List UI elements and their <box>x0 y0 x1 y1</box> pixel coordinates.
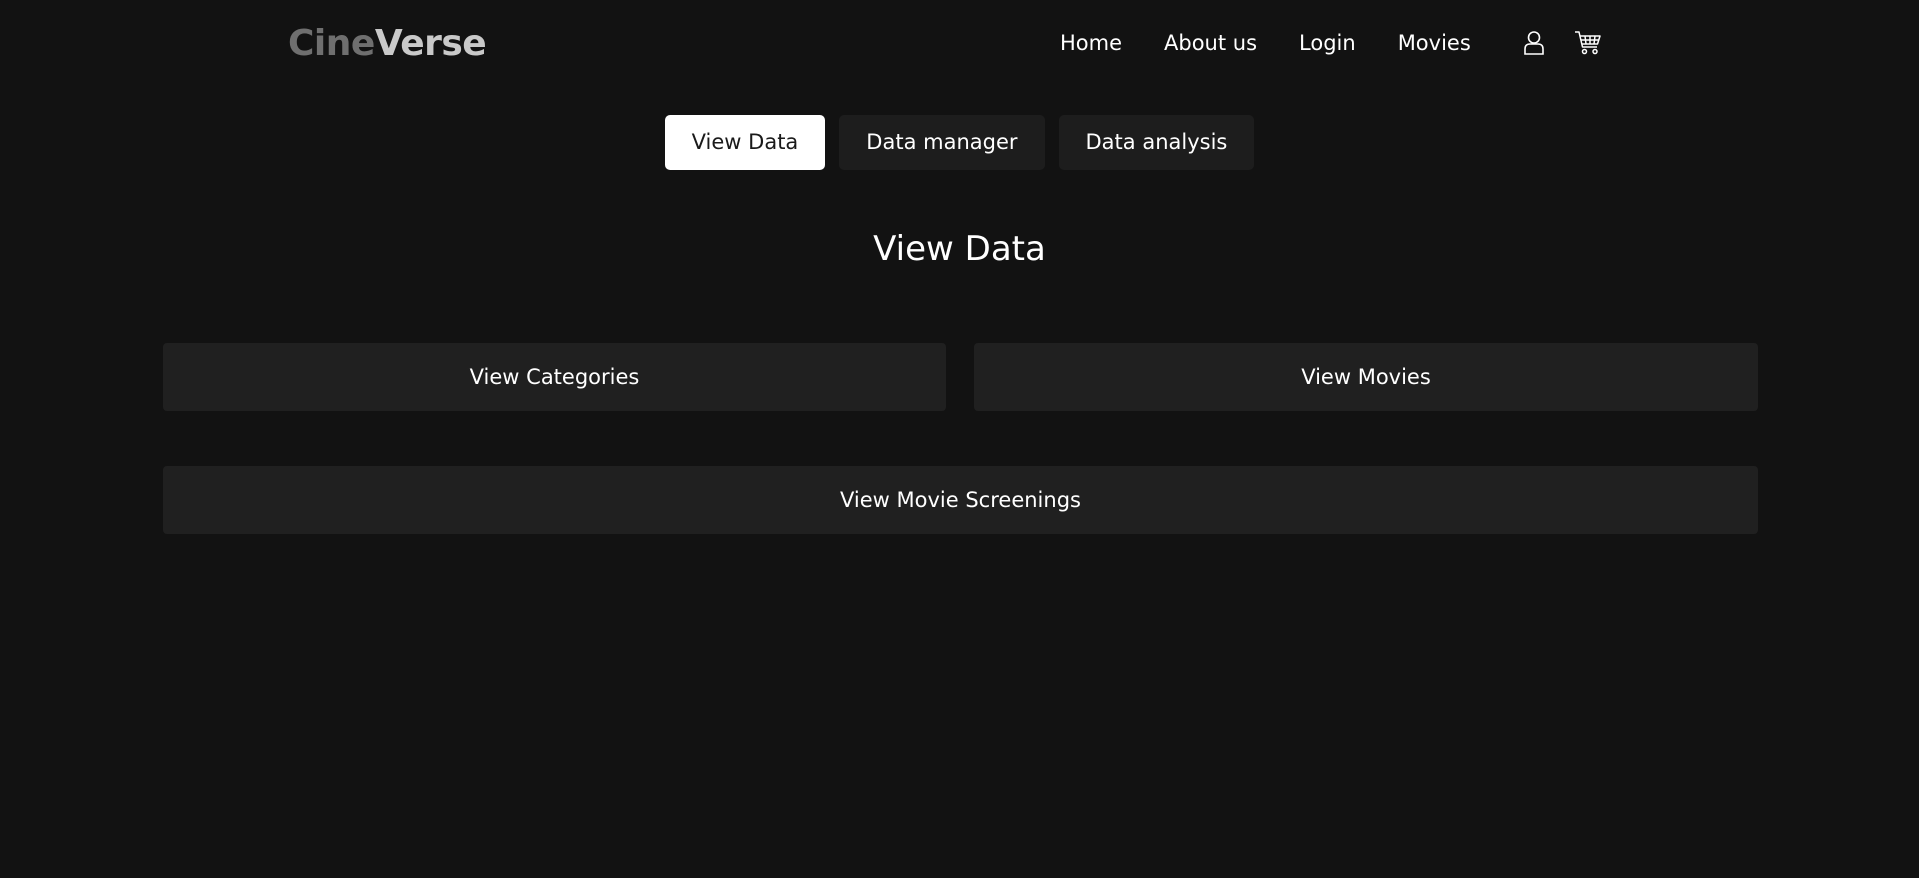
brand-logo-part1: Cine <box>288 23 375 64</box>
user-icon[interactable] <box>1519 28 1549 58</box>
view-categories-button[interactable]: View Categories <box>163 343 946 411</box>
section-tabs: View Data Data manager Data analysis <box>0 115 1919 170</box>
tab-data-analysis[interactable]: Data analysis <box>1058 115 1255 170</box>
view-movie-screenings-button[interactable]: View Movie Screenings <box>163 466 1758 534</box>
brand-logo-part2: Verse <box>374 23 487 64</box>
nav-link-login[interactable]: Login <box>1299 28 1356 58</box>
site-header: CineVerse Home About us Login Movies <box>0 0 1919 86</box>
tab-data-manager[interactable]: Data manager <box>839 115 1045 170</box>
main-nav: Home About us Login Movies <box>1060 28 1603 58</box>
brand-logo[interactable]: CineVerse <box>288 22 487 66</box>
page-title: View Data <box>873 229 1046 269</box>
nav-link-about-us[interactable]: About us <box>1164 28 1257 58</box>
view-movies-button[interactable]: View Movies <box>974 343 1758 411</box>
nav-link-movies[interactable]: Movies <box>1398 28 1471 58</box>
tab-view-data[interactable]: View Data <box>664 115 826 170</box>
cart-icon[interactable] <box>1573 28 1603 58</box>
nav-link-home[interactable]: Home <box>1060 28 1122 58</box>
